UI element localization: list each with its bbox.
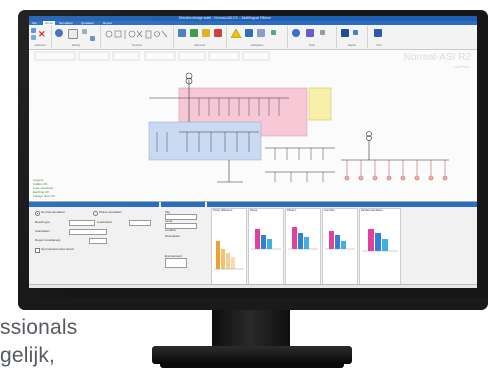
load-factor-label: Load factor xyxy=(97,220,113,224)
ribbon-group-clipboard: ✕ Clipboard xyxy=(29,26,52,48)
load-icon[interactable] xyxy=(202,29,210,37)
ribbon-group-label: Elements xyxy=(194,44,206,47)
description-label: Description xyxy=(165,234,181,238)
ribbon-group-label: Report xyxy=(348,44,356,47)
check-icon[interactable] xyxy=(271,30,276,35)
background-text-line2: gelijk, xyxy=(0,344,56,367)
background-text-line1: ssionals xyxy=(0,316,78,339)
diagram-drawing xyxy=(34,51,449,183)
report-simultaneity-field[interactable] xyxy=(89,238,107,244)
ribbon-group-label: Symbols xyxy=(132,44,142,47)
copy-icon[interactable] xyxy=(31,35,36,40)
ribbon-group-tools: Tools xyxy=(288,26,337,48)
cable-icon[interactable] xyxy=(190,29,198,37)
chart-bars xyxy=(325,231,355,250)
symbol-palette-icon[interactable] xyxy=(104,29,170,41)
environment-field[interactable] xyxy=(165,258,187,268)
power-difference-chart: Power difference xyxy=(211,208,247,286)
chart-bars xyxy=(214,241,244,270)
selectivity-icon[interactable] xyxy=(257,29,265,37)
phase-1-chart: Phase 1 xyxy=(285,208,321,286)
settings-icon[interactable] xyxy=(320,30,325,35)
protection-icon[interactable] xyxy=(214,29,222,37)
result-type-field[interactable] xyxy=(69,220,95,226)
normal-simulation-radio[interactable] xyxy=(35,211,40,216)
calculation-field[interactable] xyxy=(69,229,107,235)
line-size-chart: Line Size xyxy=(322,208,358,286)
calculate-icon[interactable] xyxy=(245,29,253,37)
phase-simulation-radio[interactable] xyxy=(93,211,98,216)
chart-bars xyxy=(288,227,318,250)
ribbon-group-label: Tools xyxy=(308,44,316,47)
delete-icon[interactable]: ✕ xyxy=(38,30,46,39)
ribbon-group-label: Clipboard xyxy=(34,44,46,47)
ribbon-group-report: Report xyxy=(337,26,368,48)
reorder-icon[interactable] xyxy=(90,36,95,41)
bottom-properties-panel: Normal simulation Phase simulation Resul… xyxy=(29,201,477,288)
chart-title: Power difference xyxy=(213,209,233,212)
single-line-diagram-canvas[interactable]: Normal-ASI R2 LowPlan Legend: Cables OK … xyxy=(29,50,477,200)
application-window: Elecdes design suite - Normal-ASI.R2 – M… xyxy=(29,16,477,288)
chart-title: Line Size xyxy=(324,209,335,212)
chart-title: Phase xyxy=(250,209,258,212)
find-icon[interactable] xyxy=(374,29,382,37)
location-label: Location xyxy=(165,228,177,232)
phase-simulation-label: Phase simulation xyxy=(99,210,122,214)
diagram-legend: Legend: Cables OK Fuse selectivity Earth… xyxy=(33,178,55,198)
chart-title: Parallel calculation xyxy=(361,209,383,212)
edit-element-icon[interactable] xyxy=(55,29,63,37)
load-symbols xyxy=(344,160,448,181)
busbar-icon[interactable] xyxy=(178,29,186,37)
report-icon[interactable] xyxy=(341,29,349,37)
phase-chart: Phase xyxy=(248,208,284,286)
symmetrical-shortcircuit-label: Symmetrical short-circuit xyxy=(41,247,74,251)
chart-bars xyxy=(251,229,281,250)
report-simultaneity-label: Report simultaneity xyxy=(35,238,61,242)
load-factor-field[interactable] xyxy=(129,220,151,226)
globe-icon[interactable] xyxy=(292,29,300,37)
monitor-stand-base xyxy=(152,346,352,364)
pane-header-results xyxy=(207,202,477,207)
monitor-chin xyxy=(18,298,488,310)
calculation-label: Calculation xyxy=(35,229,50,233)
diagram-yellow-zone xyxy=(308,87,332,121)
pane-header-properties xyxy=(161,202,205,207)
monitor-stand-neck xyxy=(212,310,290,348)
ribbon-group-find: Find xyxy=(368,26,390,48)
monitor-stand-foot xyxy=(160,364,344,368)
ribbon-group-elements: Elements xyxy=(174,26,227,48)
status-bar xyxy=(29,284,477,288)
warning-icon[interactable] xyxy=(231,29,241,38)
pane-header-simulation xyxy=(29,202,159,207)
normal-simulation-label: Normal simulation xyxy=(41,210,66,214)
symmetrical-shortcircuit-checkbox[interactable] xyxy=(35,248,40,253)
ribbon-group-editing: Editing xyxy=(52,26,101,48)
properties-icon[interactable] xyxy=(68,29,78,39)
parallel-calculation-chart: Parallel calculation xyxy=(359,208,401,286)
symbol-header-strip xyxy=(34,51,270,61)
chart-title: Phase 1 xyxy=(287,209,297,212)
export-icon[interactable] xyxy=(353,30,358,35)
chart-bars xyxy=(362,229,398,252)
legend-line: Voltage drop OK xyxy=(33,194,56,198)
library-icon[interactable] xyxy=(306,29,314,37)
ribbon-group-calculation: Calculation xyxy=(227,26,288,48)
diagram-blue-board xyxy=(148,121,262,161)
ribbon-group-label: Calculation xyxy=(250,44,264,47)
ribbon-group-symbols: Symbols xyxy=(101,26,174,48)
rename-icon[interactable] xyxy=(82,29,87,34)
ribbon: ✕ Clipboard Editing Symbols Elements Cal… xyxy=(29,25,477,50)
ribbon-group-label: Editing xyxy=(72,44,80,47)
result-type-label: Result type xyxy=(35,220,51,224)
ribbon-group-label: Find xyxy=(376,44,382,47)
paste-icon[interactable] xyxy=(31,28,36,33)
